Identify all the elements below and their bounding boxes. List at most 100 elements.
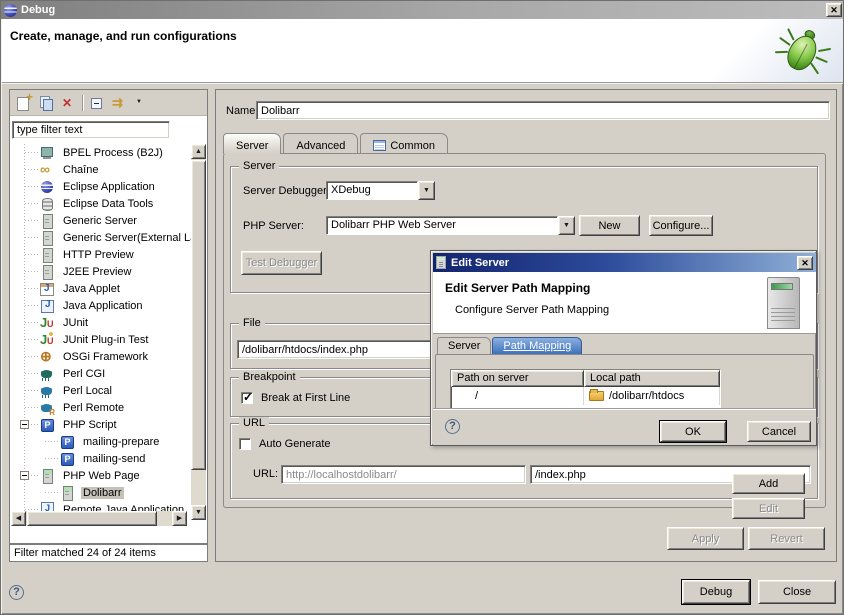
help-icon[interactable] xyxy=(9,585,24,600)
tree-item-label: JUnit xyxy=(61,317,90,329)
tree-item[interactable]: Dolibarr xyxy=(11,484,191,501)
php-server-combo[interactable]: Dolibarr PHP Web Server xyxy=(326,216,575,235)
scroll-right-icon[interactable]: ▶ xyxy=(172,511,187,526)
tree-item-label: Generic Server(External La xyxy=(61,232,191,244)
vscroll-thumb[interactable] xyxy=(191,160,206,470)
server-debugger-combo[interactable]: XDebug xyxy=(326,181,435,200)
tab-server[interactable]: Server xyxy=(223,133,281,154)
debug-button[interactable]: Debug xyxy=(682,580,750,604)
tree-horizontal-scrollbar[interactable]: ◀ ▶ xyxy=(11,511,187,526)
tree-item[interactable]: mailing-prepare xyxy=(11,433,191,450)
dialog-header: Edit Server Path Mapping Configure Serve… xyxy=(433,272,816,334)
window-titlebar[interactable]: Debug ✕ xyxy=(1,1,844,19)
server-green-icon xyxy=(39,468,55,484)
tree-item[interactable]: JUnit xyxy=(11,314,191,331)
php-server-value: Dolibarr PHP Web Server xyxy=(326,216,558,235)
add-button[interactable]: Add xyxy=(732,473,805,494)
tree-item[interactable]: Perl Remote xyxy=(11,399,191,416)
revert-button[interactable]: Revert xyxy=(748,527,825,550)
new-config-icon[interactable] xyxy=(16,95,32,111)
close-icon[interactable]: ✕ xyxy=(826,3,842,17)
url-base-input[interactable] xyxy=(281,465,526,484)
server-icon xyxy=(39,213,55,229)
tree-item[interactable]: Java Applet xyxy=(11,280,191,297)
tree-item[interactable]: J2EE Preview xyxy=(11,263,191,280)
tree-item[interactable]: Java Application xyxy=(11,297,191,314)
scroll-left-icon[interactable]: ◀ xyxy=(11,511,26,526)
column-header-path-on-server[interactable]: Path on server xyxy=(451,370,584,387)
tab-common[interactable]: Common xyxy=(360,133,448,154)
scroll-up-icon[interactable]: ▲ xyxy=(191,144,206,159)
menu-dropdown-icon[interactable] xyxy=(133,95,149,111)
test-debugger-button[interactable]: Test Debugger xyxy=(241,251,322,275)
camel-dark-icon xyxy=(39,366,55,382)
chevron-down-icon[interactable] xyxy=(558,216,575,235)
path-on-server-cell: / xyxy=(451,387,584,405)
tree-vertical-scrollbar[interactable]: ▲ ▼ xyxy=(191,144,206,520)
new-server-button[interactable]: New xyxy=(579,215,640,236)
edit-button[interactable]: Edit xyxy=(732,498,805,519)
dialog-titlebar[interactable]: Edit Server ✕ xyxy=(433,253,816,272)
collapse-expander-icon[interactable] xyxy=(20,420,29,429)
tree-item[interactable]: Chaîne xyxy=(11,161,191,178)
data-tools-icon xyxy=(39,196,55,212)
php-server-label: PHP Server: xyxy=(243,220,304,232)
break-first-line-label: Break at First Line xyxy=(261,392,350,404)
junit-plugin-icon xyxy=(39,332,55,348)
configure-button[interactable]: Configure... xyxy=(649,215,713,236)
cancel-button[interactable]: Cancel xyxy=(747,421,811,442)
dialog-tab-server[interactable]: Server xyxy=(437,337,491,355)
java-app-icon xyxy=(39,298,55,314)
collapse-all-icon[interactable] xyxy=(89,95,105,111)
tree-item[interactable]: PHP Script xyxy=(11,416,191,433)
server-green-icon xyxy=(59,485,75,501)
tree-item[interactable]: Generic Server xyxy=(11,212,191,229)
tree-item[interactable]: JUnit Plug-in Test xyxy=(11,331,191,348)
tab-advanced[interactable]: Advanced xyxy=(283,133,358,154)
tree-item-label: BPEL Process (B2J) xyxy=(61,147,165,159)
help-icon[interactable] xyxy=(445,419,460,434)
ok-button[interactable]: OK xyxy=(660,421,726,442)
delete-icon[interactable] xyxy=(60,95,76,111)
tree-item[interactable]: Eclipse Application xyxy=(11,178,191,195)
common-tab-icon xyxy=(373,140,386,151)
name-input[interactable] xyxy=(256,101,830,120)
server-debugger-label: Server Debugger: xyxy=(243,185,330,197)
page-title: Create, manage, and run configurations xyxy=(10,29,237,43)
eclipse-app-icon xyxy=(39,179,55,195)
scroll-down-icon[interactable]: ▼ xyxy=(191,505,206,520)
tree-item[interactable]: Eclipse Data Tools xyxy=(11,195,191,212)
dialog-tab-path-mapping[interactable]: Path Mapping xyxy=(492,337,582,355)
tree-item[interactable]: Perl Local xyxy=(11,382,191,399)
server-icon xyxy=(39,247,55,263)
bpel-process-icon xyxy=(39,145,55,161)
chain-icon xyxy=(39,162,55,178)
tree-item[interactable]: OSGi Framework xyxy=(11,348,191,365)
tree-item-label: J2EE Preview xyxy=(61,266,133,278)
tree-item[interactable]: HTTP Preview xyxy=(11,246,191,263)
tree-item[interactable]: Perl CGI xyxy=(11,365,191,382)
configurations-panel: BPEL Process (B2J) ChaîneEclipse Applicat… xyxy=(9,89,208,544)
dialog-tabs: ServerPath Mapping xyxy=(437,336,583,355)
filter-input[interactable] xyxy=(12,121,170,139)
apply-button[interactable]: Apply xyxy=(667,527,744,550)
tab-label: Common xyxy=(390,140,435,152)
table-row[interactable]: //dolibarr/htdocs xyxy=(451,387,720,405)
tree-item-label: PHP Web Page xyxy=(61,470,142,482)
server-icon xyxy=(39,264,55,280)
tree-item[interactable]: PHP Web Page xyxy=(11,467,191,484)
tree-item[interactable]: mailing-send xyxy=(11,450,191,467)
dialog-button-bar: OK Cancel xyxy=(433,408,816,445)
filter-icon[interactable] xyxy=(111,95,127,111)
hscroll-thumb[interactable] xyxy=(27,511,157,526)
dialog-close-icon[interactable]: ✕ xyxy=(797,256,813,270)
break-first-line-checkbox[interactable] xyxy=(241,392,253,404)
close-button[interactable]: Close xyxy=(758,580,836,604)
collapse-expander-icon[interactable] xyxy=(20,471,29,480)
auto-generate-checkbox[interactable] xyxy=(239,438,251,450)
chevron-down-icon[interactable] xyxy=(418,181,435,200)
tree-item[interactable]: Generic Server(External La xyxy=(11,229,191,246)
column-header-local-path[interactable]: Local path xyxy=(584,370,720,387)
duplicate-icon[interactable] xyxy=(38,95,54,111)
tree-item[interactable]: BPEL Process (B2J) xyxy=(11,144,191,161)
